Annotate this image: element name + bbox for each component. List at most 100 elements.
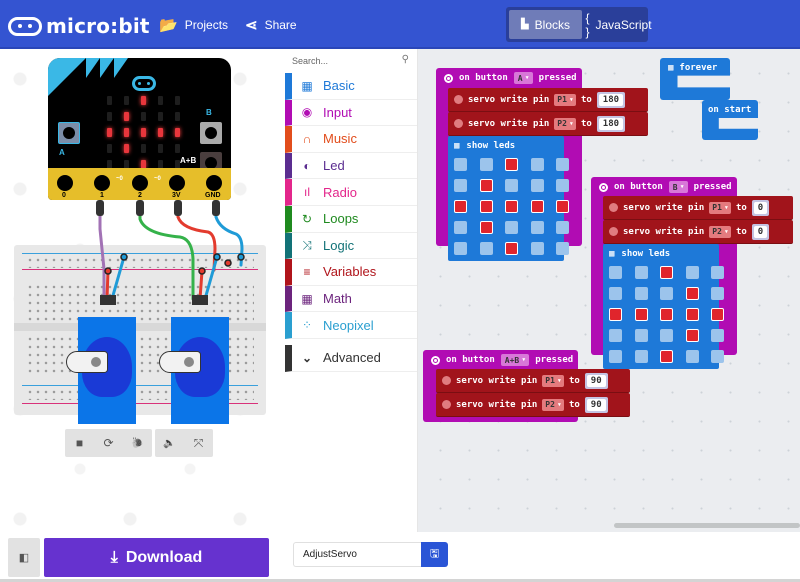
led-toggle-cell[interactable]	[556, 200, 569, 213]
led-toggle-cell[interactable]	[711, 266, 724, 279]
value-input[interactable]: 0	[751, 199, 770, 216]
led-toggle-cell[interactable]	[609, 308, 622, 321]
value-input[interactable]: 90	[584, 372, 608, 389]
servo-write-block[interactable]: servo write pin P1 ▼ to 0	[603, 196, 793, 220]
blocks-tab[interactable]: ▙ Blocks	[509, 10, 582, 39]
blocks-workspace[interactable]: on button A ▼ pressed servo write pin P1 ▼…	[418, 49, 800, 532]
led-toggle-cell[interactable]	[530, 200, 544, 213]
led-toggle-cell[interactable]	[479, 200, 493, 213]
collapse-simulator-button[interactable]: ◧	[8, 538, 40, 577]
led-toggle-cell[interactable]	[711, 329, 724, 342]
pin-dropdown[interactable]: P2 ▼	[554, 117, 576, 130]
led-toggle-cell[interactable]	[530, 221, 544, 234]
category-neopixel[interactable]: ⁘ Neopixel	[285, 312, 417, 339]
javascript-tab[interactable]: { } JavaScript	[582, 10, 651, 39]
led-toggle-cell[interactable]	[660, 329, 673, 342]
category-music[interactable]: ∩ Music	[285, 126, 417, 153]
share-button[interactable]: ⋖ Share	[245, 16, 297, 34]
category-math[interactable]: ▦ Math	[285, 285, 417, 313]
led-toggle-cell[interactable]	[660, 287, 673, 300]
pin-dropdown[interactable]: P1 ▼	[709, 201, 731, 214]
servo-write-block[interactable]: servo write pin P2 ▼ to 0	[603, 220, 793, 244]
value-input[interactable]: 90	[584, 396, 608, 413]
led-toggle-cell[interactable]	[711, 287, 724, 300]
workspace-horizontal-scrollbar[interactable]	[614, 523, 800, 528]
forever-block[interactable]: ▦ forever	[660, 58, 730, 100]
pin-dropdown[interactable]: P1 ▼	[554, 93, 576, 106]
category-input[interactable]: ◉ Input	[285, 99, 417, 127]
led-toggle-cell[interactable]	[505, 200, 518, 213]
led-toggle-cell[interactable]	[634, 308, 648, 321]
value-input[interactable]: 180	[596, 91, 626, 108]
led-toggle-cell[interactable]	[609, 329, 622, 342]
download-button[interactable]: ⤓ Download	[44, 538, 269, 577]
led-toggle-cell[interactable]	[685, 350, 699, 363]
category-basic[interactable]: ▦ Basic	[285, 73, 417, 100]
led-toggle-cell[interactable]	[454, 242, 467, 255]
led-toggle-cell[interactable]	[711, 350, 724, 363]
led-toggle-cell[interactable]	[505, 158, 518, 171]
led-toggle-cell[interactable]	[609, 266, 622, 279]
led-toggle-cell[interactable]	[556, 242, 569, 255]
led-toggle-cell[interactable]	[556, 158, 569, 171]
led-toggle-cell[interactable]	[479, 221, 493, 234]
toolbox-search-input[interactable]: Search... ⚲	[285, 49, 417, 73]
led-toggle-cell[interactable]	[685, 329, 699, 342]
led-toggle-cell[interactable]	[711, 308, 724, 321]
led-toggle-cell[interactable]	[530, 242, 544, 255]
led-toggle-cell[interactable]	[634, 329, 648, 342]
servo-write-block[interactable]: servo write pin P1 ▼ to 90	[436, 369, 630, 393]
search-icon[interactable]: ⚲	[402, 54, 409, 65]
led-toggle-cell[interactable]	[634, 287, 648, 300]
led-toggle-cell[interactable]	[556, 221, 569, 234]
servo-horn[interactable]	[66, 351, 108, 373]
project-name-input[interactable]: AdjustServo	[293, 542, 421, 567]
show-leds-block[interactable]: ▦ show leds	[603, 244, 724, 369]
led-toggle-cell[interactable]	[685, 266, 699, 279]
button-dropdown[interactable]: A ▼	[513, 72, 533, 84]
led-toggle-cell[interactable]	[505, 221, 518, 234]
category-loops[interactable]: ↻ Loops	[285, 205, 417, 233]
fullscreen-button[interactable]: ⤧	[184, 429, 213, 457]
pin-dropdown[interactable]: P2 ▼	[542, 398, 564, 411]
led-toggle-cell[interactable]	[685, 308, 699, 321]
category-led[interactable]: ◐ Led	[285, 152, 417, 180]
category-variables[interactable]: ≡ Variables	[285, 259, 417, 286]
pin-dropdown[interactable]: P1 ▼	[542, 374, 564, 387]
led-toggle-cell[interactable]	[530, 158, 544, 171]
restart-button[interactable]: ⟳	[94, 429, 123, 457]
led-toggle-cell[interactable]	[609, 287, 622, 300]
projects-button[interactable]: 📂 Projects	[159, 16, 228, 34]
led-toggle-cell[interactable]	[685, 287, 699, 300]
led-toggle-cell[interactable]	[454, 221, 467, 234]
value-input[interactable]: 180	[596, 115, 626, 132]
led-toggle-cell[interactable]	[479, 158, 493, 171]
led-toggle-cell[interactable]	[454, 179, 467, 192]
led-toggle-cell[interactable]	[556, 179, 569, 192]
microbit-logo[interactable]: micro:bit	[8, 14, 150, 38]
led-toggle-cell[interactable]	[660, 266, 673, 279]
pin-dropdown[interactable]: P2 ▼	[709, 225, 731, 238]
led-toggle-cell[interactable]	[454, 158, 467, 171]
show-leds-block[interactable]: ▦ show leds	[448, 136, 569, 261]
servo-write-block[interactable]: servo write pin P2 ▼ to 90	[436, 393, 630, 417]
led-toggle-cell[interactable]	[479, 242, 493, 255]
led-toggle-cell[interactable]	[530, 179, 544, 192]
led-toggle-cell[interactable]	[660, 308, 673, 321]
value-input[interactable]: 0	[751, 223, 770, 240]
led-toggle-cell[interactable]	[479, 179, 493, 192]
on-start-block[interactable]: on start	[702, 100, 758, 140]
led-toggle-cell[interactable]	[634, 350, 648, 363]
slow-motion-button[interactable]: 🐌	[123, 429, 152, 457]
servo-write-block[interactable]: servo write pin P1 ▼ to 180	[448, 88, 648, 112]
led-toggle-cell[interactable]	[505, 242, 518, 255]
servo-write-block[interactable]: servo write pin P2 ▼ to 180	[448, 112, 648, 136]
led-toggle-cell[interactable]	[454, 200, 467, 213]
stop-button[interactable]: ■	[65, 429, 94, 457]
led-toggle-cell[interactable]	[660, 350, 673, 363]
mute-button[interactable]: 🔈	[155, 429, 184, 457]
led-toggle-cell[interactable]	[505, 179, 518, 192]
category-advanced[interactable]: ⌄ Advanced	[285, 344, 417, 372]
led-toggle-cell[interactable]	[634, 266, 648, 279]
category-radio[interactable]: ıl Radio	[285, 179, 417, 206]
